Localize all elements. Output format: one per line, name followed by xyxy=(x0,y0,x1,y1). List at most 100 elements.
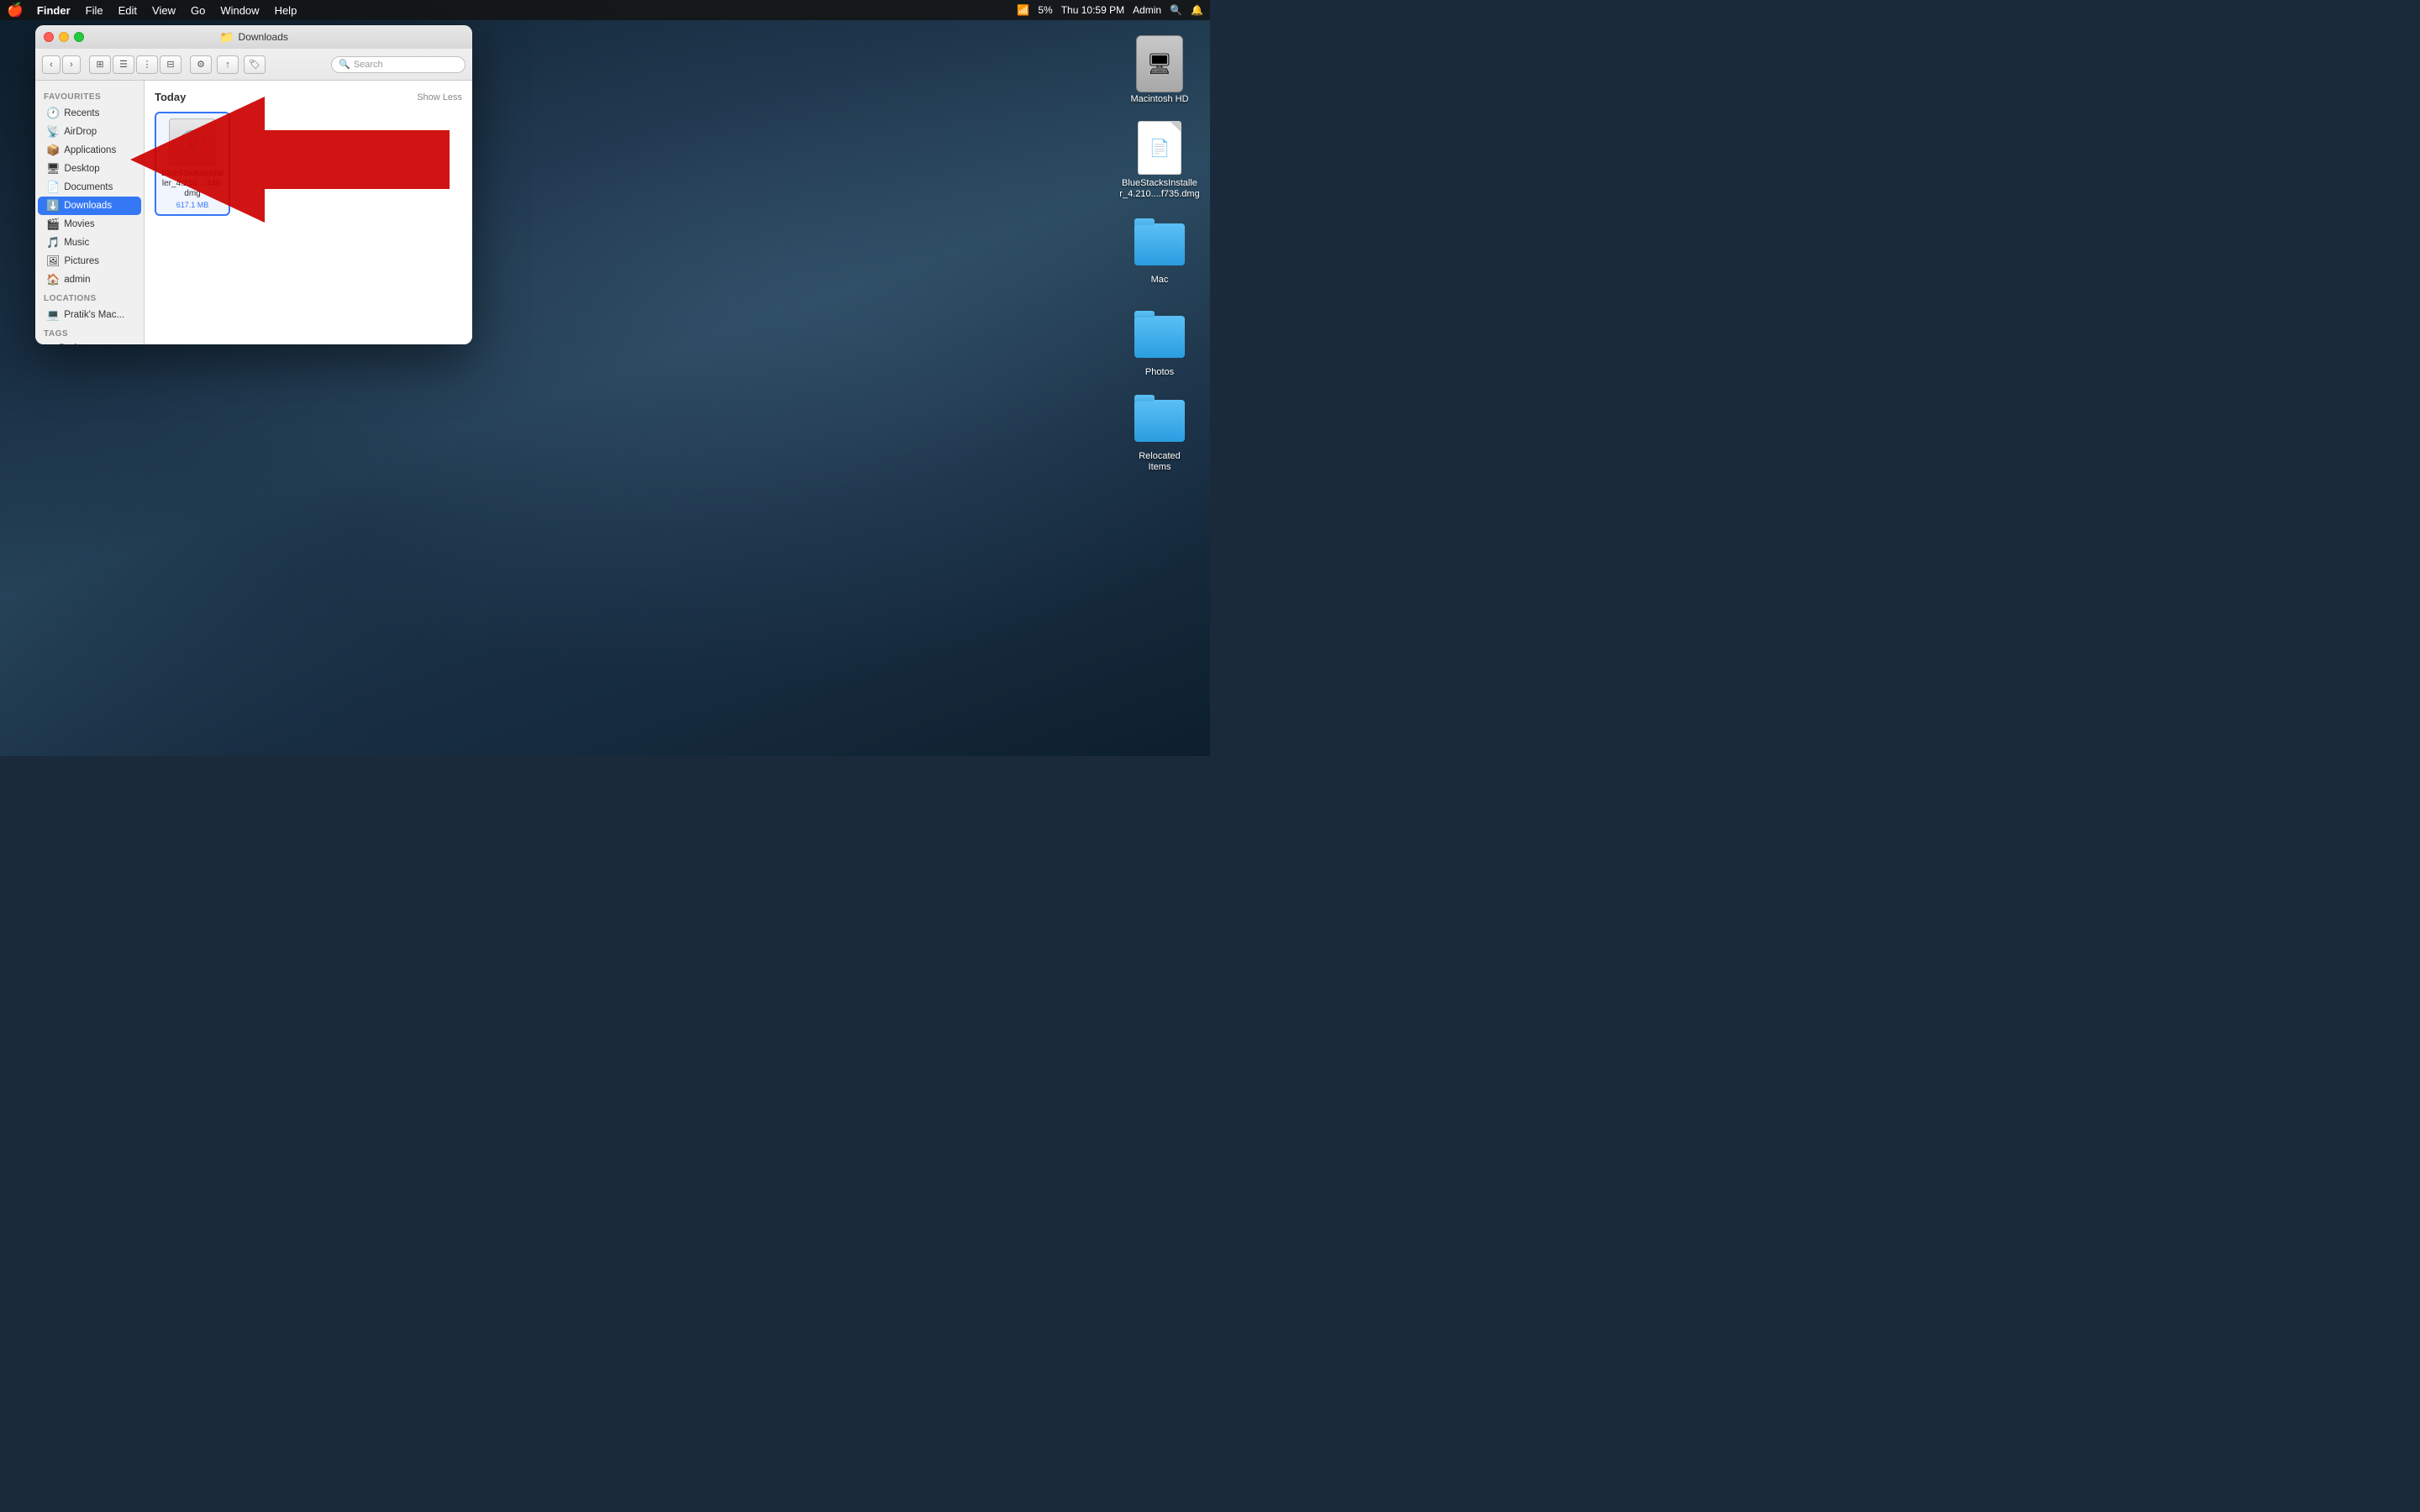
back-button[interactable]: ‹ xyxy=(42,55,60,74)
pictures-label: Pictures xyxy=(65,256,100,266)
finder-title: 📁 Downloads xyxy=(219,30,288,45)
mac-label: Pratik's Mac... xyxy=(64,310,124,320)
title-folder-icon: 📁 xyxy=(219,30,234,45)
user-name[interactable]: Admin xyxy=(1133,4,1161,16)
mac-icon: 💻 xyxy=(46,308,60,322)
menubar-edit[interactable]: Edit xyxy=(112,3,144,18)
toolbar-nav: ‹ › xyxy=(42,55,81,74)
maximize-button[interactable] xyxy=(74,32,84,42)
sidebar-item-admin[interactable]: 🏠 admin xyxy=(38,270,141,289)
search-icon[interactable]: 🔍 xyxy=(1170,4,1182,16)
bluestacks-file-item[interactable]: 💿 BlueStacksInstaller_4.210....446.dmg 6… xyxy=(155,112,230,216)
bluestacks-file-icon: 📄 xyxy=(1133,121,1186,175)
finder-content: Today Show Less 💿 BlueStacksInstaller_4.… xyxy=(145,81,472,344)
show-less-button[interactable]: Show Less xyxy=(417,92,462,102)
tag-button[interactable]: 🏷 xyxy=(244,55,266,74)
sidebar-item-documents[interactable]: 📄 Documents xyxy=(38,178,141,197)
menubar-help[interactable]: Help xyxy=(268,3,304,18)
admin-icon: 🏠 xyxy=(46,273,60,286)
airdrop-label: AirDrop xyxy=(64,127,97,137)
minimize-button[interactable] xyxy=(59,32,69,42)
sidebar-tag-red[interactable]: Red xyxy=(38,341,141,344)
share-button[interactable]: ↑ xyxy=(217,55,239,74)
search-bar[interactable]: 🔍 Search xyxy=(331,56,466,73)
icon-view-button[interactable]: ⊞ xyxy=(89,55,111,74)
downloads-label: Downloads xyxy=(64,201,112,211)
wifi-icon[interactable]: 📶 xyxy=(1017,4,1029,16)
relocated-items-icon xyxy=(1133,394,1186,448)
file-size: 617.1 MB xyxy=(176,201,209,209)
relocated-items-label: Relocated Items xyxy=(1129,451,1190,473)
locations-header: Locations xyxy=(35,289,144,306)
favourites-header: Favourites xyxy=(35,87,144,104)
mac-folder-label: Mac xyxy=(1151,275,1169,286)
finder-toolbar: ‹ › ⊞ ☰ ⋮ ⊟ ⚙ ↑ 🏷 🔍 Search xyxy=(35,49,472,81)
desktop-icon-macintosh-hd[interactable]: 🖥 Macintosh HD xyxy=(1126,34,1193,108)
action-button[interactable]: ⚙ xyxy=(190,55,212,74)
sidebar-item-pictures[interactable]: 🖼 Pictures xyxy=(38,252,141,270)
sidebar-item-mac[interactable]: 💻 Pratik's Mac... xyxy=(38,306,141,324)
list-view-button[interactable]: ☰ xyxy=(113,55,134,74)
applications-label: Applications xyxy=(64,145,116,155)
sidebar-item-recents[interactable]: 🕐 Recents xyxy=(38,104,141,123)
sidebar-item-desktop[interactable]: 🖥 Desktop xyxy=(38,160,141,178)
section-header-row: Today Show Less xyxy=(155,91,462,103)
desktop-icon-relocated-items[interactable]: Relocated Items xyxy=(1126,391,1193,476)
menubar-view[interactable]: View xyxy=(145,3,182,18)
finder-window: 📁 Downloads ‹ › ⊞ ☰ ⋮ ⊟ ⚙ ↑ 🏷 🔍 Search xyxy=(35,25,472,344)
bluestacks-file-label: BlueStacksInstalle r_4.210....f735.dmg xyxy=(1119,178,1199,200)
menubar-go[interactable]: Go xyxy=(184,3,212,18)
sidebar: Favourites 🕐 Recents 📡 AirDrop 📦 Applica… xyxy=(35,81,145,344)
gallery-view-button[interactable]: ⊟ xyxy=(160,55,182,74)
macintosh-hd-label: Macintosh HD xyxy=(1130,94,1188,105)
movies-label: Movies xyxy=(64,219,94,229)
column-view-button[interactable]: ⋮ xyxy=(136,55,158,74)
desktop-label: Desktop xyxy=(65,164,100,174)
search-placeholder: Search xyxy=(354,60,383,70)
desktop-icon-sidebar: 🖥 xyxy=(46,162,60,176)
airdrop-icon: 📡 xyxy=(46,125,60,139)
close-button[interactable] xyxy=(44,32,54,42)
menubar-items: Finder File Edit View Go Window Help xyxy=(30,3,303,18)
desktop: 🍎 Finder File Edit View Go Window Help 📶… xyxy=(0,0,1210,756)
today-section-title: Today xyxy=(155,91,186,103)
sidebar-item-airdrop[interactable]: 📡 AirDrop xyxy=(38,123,141,141)
sidebar-item-applications[interactable]: 📦 Applications xyxy=(38,141,141,160)
applications-icon: 📦 xyxy=(46,144,60,157)
toolbar-view-buttons: ⊞ ☰ ⋮ ⊟ xyxy=(89,55,182,74)
battery-status: 5% xyxy=(1038,4,1052,16)
search-icon: 🔍 xyxy=(339,59,350,70)
music-icon: 🎵 xyxy=(46,236,60,249)
apple-menu[interactable]: 🍎 xyxy=(7,2,24,18)
movies-icon: 🎬 xyxy=(46,218,60,231)
downloads-icon: ⬇️ xyxy=(46,199,60,213)
menubar-right: 📶 5% Thu 10:59 PM Admin 🔍 🔔 xyxy=(1017,4,1203,16)
menubar: 🍎 Finder File Edit View Go Window Help 📶… xyxy=(0,0,1210,20)
recents-icon: 🕐 xyxy=(46,107,60,120)
documents-icon: 📄 xyxy=(46,181,60,194)
forward-button[interactable]: › xyxy=(62,55,81,74)
notification-icon[interactable]: 🔔 xyxy=(1191,4,1203,16)
menubar-finder[interactable]: Finder xyxy=(30,3,77,18)
desktop-icon-bluestacks-file[interactable]: 📄 BlueStacksInstalle r_4.210....f735.dmg xyxy=(1126,118,1193,203)
menubar-window[interactable]: Window xyxy=(213,3,266,18)
admin-label: admin xyxy=(64,275,90,285)
documents-label: Documents xyxy=(64,182,113,192)
desktop-icon-mac[interactable]: Mac xyxy=(1126,214,1193,289)
menubar-file[interactable]: File xyxy=(79,3,110,18)
recents-label: Recents xyxy=(64,108,99,118)
dmg-icon: 💿 xyxy=(178,129,208,156)
music-label: Music xyxy=(64,238,89,248)
pictures-icon: 🖼 xyxy=(46,255,60,268)
mac-folder-icon xyxy=(1133,218,1186,271)
finder-titlebar: 📁 Downloads xyxy=(35,25,472,49)
file-icon: 💿 xyxy=(169,118,216,165)
macintosh-hd-icon: 🖥 xyxy=(1133,37,1186,91)
sidebar-item-downloads[interactable]: ⬇️ Downloads xyxy=(38,197,141,215)
file-name: BlueStacksInstaller_4.210....446.dmg xyxy=(161,169,224,199)
sidebar-item-music[interactable]: 🎵 Music xyxy=(38,234,141,252)
sidebar-item-movies[interactable]: 🎬 Movies xyxy=(38,215,141,234)
desktop-icon-photos[interactable]: Photos xyxy=(1126,307,1193,381)
finder-body: Favourites 🕐 Recents 📡 AirDrop 📦 Applica… xyxy=(35,81,472,344)
finder-title-text: Downloads xyxy=(239,31,288,43)
